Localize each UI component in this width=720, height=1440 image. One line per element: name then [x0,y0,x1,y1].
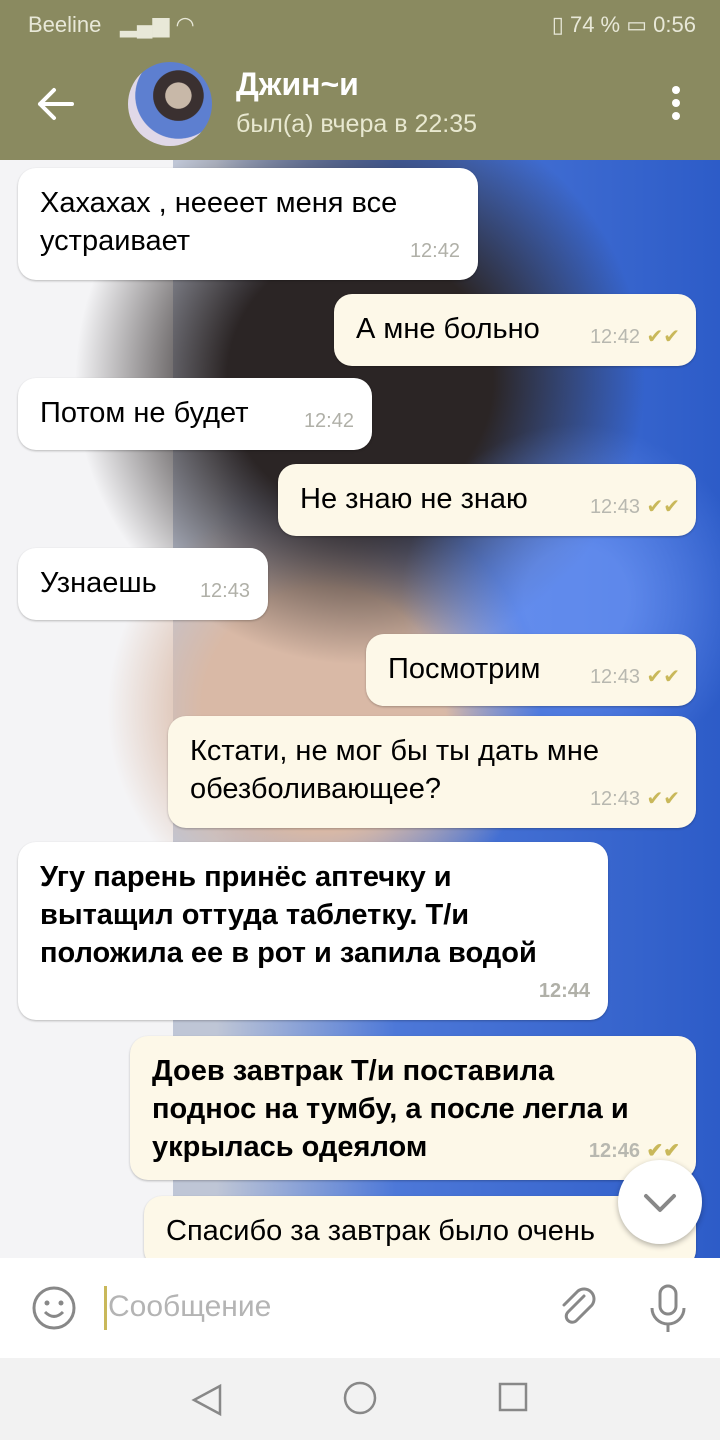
message-bubble[interactable]: Угу парень принёс аптечку и вытащил отту… [18,842,608,1020]
more-vert-icon[interactable] [672,86,682,124]
double-check-icon: ✔✔ [646,788,680,810]
double-check-icon: ✔✔ [646,666,680,688]
message-text: Угу парень принёс аптечку и вытащил отту… [40,861,537,969]
status-right: ▯ 74 % ▭ 0:56 [552,12,696,38]
composer: Сообщение [0,1258,720,1358]
paperclip-icon[interactable] [554,1284,602,1332]
double-check-icon: ✔✔ [646,326,680,348]
message-bubble[interactable]: Потом не будет 12:42 [18,378,372,450]
emoji-icon[interactable] [30,1284,78,1332]
message-bubble[interactable]: А мне больно 12:42 ✔✔ [334,294,696,366]
message-bubble[interactable]: Посмотрим 12:43 ✔✔ [366,634,696,706]
nav-recent-icon[interactable] [498,1382,528,1412]
nav-back-icon[interactable] [190,1382,224,1418]
message-time: 12:42 [303,410,354,432]
microphone-icon[interactable] [644,1282,692,1334]
message-text: А мне больно [356,313,540,345]
system-nav-bar [0,1358,720,1440]
battery-icon: ▭ [626,12,648,37]
message-time: 12:43 [589,496,640,518]
message-time: 12:43 [589,788,640,810]
message-time: 12:42 [409,240,460,262]
clock: 0:56 [653,12,696,37]
message-time: 12:44 [538,980,590,1002]
message-text: Спасибо за завтрак было очень [166,1215,595,1247]
chat-header: Джин~и был(а) вчера в 22:35 [0,48,720,160]
message-bubble[interactable]: Кстати, не мог бы ты дать мне обезболива… [168,716,696,828]
chevron-down-icon [644,1194,676,1212]
text-cursor [104,1286,107,1330]
avatar[interactable] [128,62,212,146]
message-time: 12:42 [589,326,640,348]
back-arrow-icon[interactable] [34,82,78,126]
chat-title[interactable]: Джин~и [236,66,359,103]
carrier-name: Beeline [28,12,102,37]
status-bar: Beeline ▂▄▆ ◠ ▯ 74 % ▭ 0:56 [0,0,720,48]
message-bubble[interactable]: Не знаю не знаю 12:43 ✔✔ [278,464,696,536]
nav-home-icon[interactable] [342,1380,378,1416]
message-bubble[interactable]: Хахахах , нееeет меня все устраивает 12:… [18,168,478,280]
signal-icon: ▂▄▆ ◠ [120,12,195,37]
double-check-icon: ✔✔ [646,496,680,518]
chat-area[interactable]: Хахахах , нееeет меня все устраивает 12:… [0,160,720,1258]
message-input[interactable]: Сообщение [108,1290,271,1324]
battery-percent: 74 % [569,12,621,37]
vibrate-icon: ▯ [551,12,564,37]
last-seen-status: был(а) вчера в 22:35 [236,110,478,138]
message-bubble[interactable]: Узнаешь 12:43 [18,548,268,620]
message-bubble[interactable]: Спасибо за завтрак было очень [144,1196,696,1258]
scroll-down-button[interactable] [618,1160,702,1244]
message-time: 12:43 [589,666,640,688]
message-bubble[interactable]: Доев завтрак Т/и поставила поднос на тум… [130,1036,696,1180]
message-time: 12:43 [199,580,250,602]
